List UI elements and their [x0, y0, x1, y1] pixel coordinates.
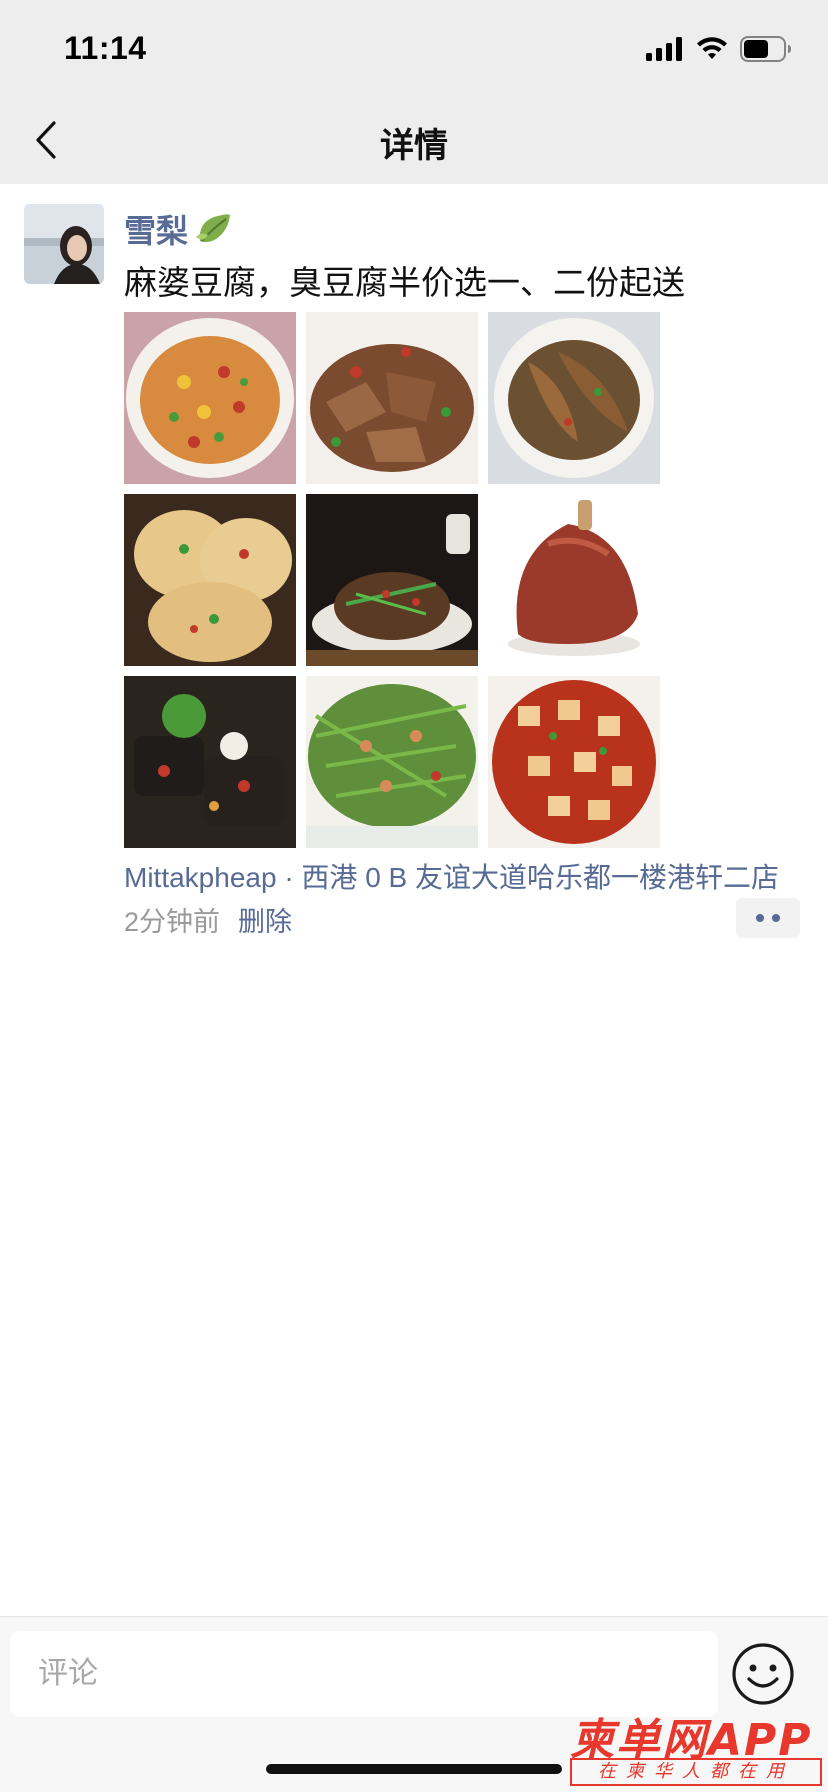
- photo-3[interactable]: [488, 312, 660, 484]
- watermark-logo: 柬单网APP 在柬华人都在用: [570, 1704, 822, 1788]
- photo-7[interactable]: [124, 676, 296, 848]
- delete-button[interactable]: 删除: [238, 900, 292, 939]
- page-title: 详情: [380, 127, 448, 165]
- battery-icon: [740, 36, 791, 62]
- leaf-icon: [196, 214, 231, 243]
- home-indicator[interactable]: [266, 1764, 562, 1774]
- photo-8[interactable]: [306, 676, 478, 848]
- location-link[interactable]: Mittakpheap · 西港 0 B 友谊大道哈乐都一楼港轩二店: [124, 856, 779, 896]
- status-bar: 11:14: [0, 0, 828, 96]
- status-time: 11:14: [64, 30, 147, 66]
- avatar[interactable]: [24, 204, 104, 284]
- post-meta: 2分钟前 删除: [124, 900, 292, 939]
- emoji-icon[interactable]: [730, 1641, 796, 1707]
- status-icons: [646, 34, 792, 64]
- author-name[interactable]: 雪梨: [124, 206, 234, 252]
- post-time: 2分钟前: [124, 907, 221, 937]
- signal-icon: [646, 37, 682, 61]
- more-dots-icon: [772, 914, 780, 922]
- nav-bar: 详情: [0, 96, 828, 184]
- more-dots-icon: [756, 914, 764, 922]
- post-text: 麻婆豆腐，臭豆腐半价选一、二份起送: [124, 264, 685, 301]
- wifi-icon: [697, 37, 727, 59]
- watermark-subtitle: 在柬华人都在用: [570, 1758, 822, 1786]
- photo-6[interactable]: [488, 494, 660, 666]
- photo-9[interactable]: [488, 676, 660, 848]
- more-actions-button[interactable]: [736, 898, 800, 938]
- photo-grid: [124, 312, 660, 848]
- author-name-label: 雪梨: [124, 213, 189, 249]
- photo-5[interactable]: [306, 494, 478, 666]
- photo-1[interactable]: [124, 312, 296, 484]
- photo-2[interactable]: [306, 312, 478, 484]
- photo-4[interactable]: [124, 494, 296, 666]
